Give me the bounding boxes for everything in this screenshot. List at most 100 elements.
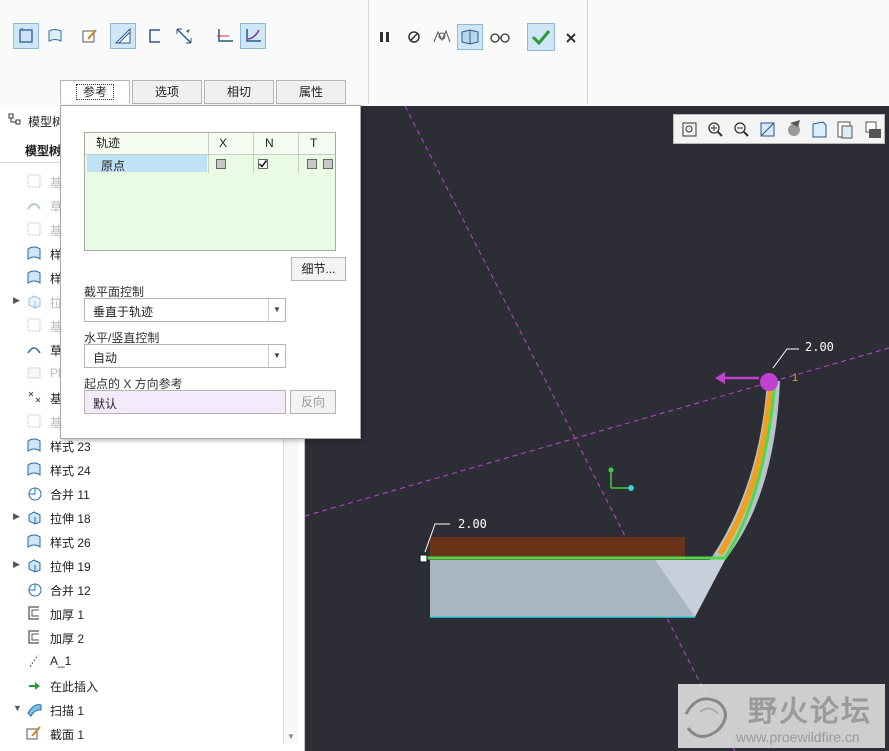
tree-item-label: 合并 12 xyxy=(50,584,91,598)
origin-marker[interactable] xyxy=(760,373,778,391)
style-surface-icon xyxy=(26,533,42,549)
model-tree-column-header[interactable]: 模型树 xyxy=(25,142,61,159)
dimension-leader xyxy=(772,348,799,369)
stretch-icon[interactable] xyxy=(171,23,197,49)
saved-views-icon[interactable] xyxy=(812,121,827,138)
thin-icon[interactable] xyxy=(142,23,168,49)
tab-options[interactable]: 选项 xyxy=(132,80,202,104)
constant-section-icon[interactable] xyxy=(212,23,238,49)
x-checkbox[interactable] xyxy=(216,159,226,169)
tree-item[interactable]: 样式 24 xyxy=(0,457,280,481)
display-style-icon[interactable] xyxy=(788,120,800,136)
thicken-icon xyxy=(26,629,42,645)
tree-item[interactable]: 加厚 2 xyxy=(0,625,280,649)
watermark-title: 野火论坛 xyxy=(748,696,873,728)
ribbon-toolbar: 参考 选项 相切 属性 xyxy=(0,0,889,107)
datum-plane-line xyxy=(404,106,736,751)
tree-item[interactable]: 合并 11 xyxy=(0,481,280,505)
verify-mode-icon[interactable] xyxy=(429,24,455,50)
datum-plane-icon xyxy=(26,221,42,237)
datum-plane-line xyxy=(305,347,889,517)
style-surface-icon xyxy=(26,437,42,453)
tree-item[interactable]: 在此插入 xyxy=(0,673,280,697)
trajectory-curve xyxy=(424,380,777,560)
no-preview-icon[interactable] xyxy=(401,24,427,50)
datum-plane-icon xyxy=(26,413,42,429)
repaint-icon[interactable] xyxy=(760,122,775,137)
tree-item-label: 样式 24 xyxy=(50,464,91,478)
start-point-handle[interactable] xyxy=(419,554,428,563)
cancel-x-icon[interactable] xyxy=(558,25,584,51)
tree-item[interactable]: 加厚 1 xyxy=(0,601,280,625)
n-checkbox[interactable] xyxy=(258,159,268,169)
scroll-down-arrow-icon[interactable]: ▼ xyxy=(287,732,295,741)
collapse-toggle-icon[interactable]: ▼ xyxy=(13,703,22,713)
datum-display-icon[interactable] xyxy=(865,121,881,138)
sketch-icon xyxy=(26,197,42,213)
viewport-canvas[interactable] xyxy=(305,106,889,751)
sketch-edit-icon[interactable] xyxy=(77,23,103,49)
thicken-icon xyxy=(26,605,42,621)
merge-icon xyxy=(26,485,42,501)
expand-toggle-icon[interactable]: ▶ xyxy=(13,511,20,522)
tree-item[interactable]: ▼ 扫描 1 xyxy=(0,697,280,721)
surface-icon[interactable] xyxy=(42,23,68,49)
view-manager-icon[interactable] xyxy=(837,121,853,139)
refit-icon[interactable] xyxy=(682,122,697,137)
zoom-in-icon[interactable] xyxy=(708,122,723,137)
ok-check-icon[interactable] xyxy=(527,23,555,51)
glasses-icon[interactable] xyxy=(487,24,513,50)
tab-properties[interactable]: 属性 xyxy=(276,80,346,104)
trajectory-row-name[interactable]: 原点 xyxy=(101,157,125,174)
t-checkbox[interactable] xyxy=(307,159,317,169)
style-surface-icon xyxy=(26,269,42,285)
expand-toggle-icon[interactable]: ▶ xyxy=(13,295,20,306)
dimension-top[interactable]: 2.00 xyxy=(805,340,834,354)
chevron-down-icon[interactable]: ▼ xyxy=(268,345,285,367)
chevron-down-icon[interactable]: ▼ xyxy=(268,299,285,321)
t-checkbox-secondary[interactable] xyxy=(323,159,333,169)
ribbon-divider xyxy=(587,0,588,104)
tree-item[interactable]: ▶ 拉伸 18 xyxy=(0,505,280,529)
tree-item-label: 加厚 1 xyxy=(50,608,85,622)
zoom-out-icon[interactable] xyxy=(734,122,749,137)
tree-item-label: 在此插入 xyxy=(50,680,99,694)
tab-tangency[interactable]: 相切 xyxy=(204,80,274,104)
tab-references[interactable]: 参考 xyxy=(60,80,130,104)
origin-label: 1 xyxy=(792,372,799,384)
col-divider xyxy=(298,133,299,173)
csys-y-point xyxy=(608,467,614,473)
merge-icon xyxy=(26,581,42,597)
flip-button[interactable]: 反向 xyxy=(290,390,336,414)
dimension-left[interactable]: 2.00 xyxy=(458,517,487,531)
details-button[interactable]: 细节... xyxy=(291,257,346,281)
expand-toggle-icon[interactable]: ▶ xyxy=(13,559,20,570)
section-plane-control-select[interactable]: 垂直于轨迹 ▼ xyxy=(84,298,286,322)
hv-control-select[interactable]: 自动 ▼ xyxy=(84,344,286,368)
solid-icon[interactable] xyxy=(13,23,39,49)
tree-item[interactable]: 截面 1 xyxy=(0,721,280,745)
x-direction-reference-field[interactable]: 默认 xyxy=(84,390,286,414)
tree-item-label: 拉伸 19 xyxy=(50,560,91,574)
tree-item-label: 加厚 2 xyxy=(50,632,85,646)
datum-plane-icon xyxy=(26,173,42,189)
tree-item[interactable]: 合并 12 xyxy=(0,577,280,601)
remove-material-icon[interactable] xyxy=(110,23,136,49)
col-t: T xyxy=(310,136,318,150)
tree-item[interactable]: ▶ 拉伸 19 xyxy=(0,553,280,577)
feature-preview-icon[interactable] xyxy=(457,24,483,50)
extrude-icon xyxy=(26,557,42,573)
axis-icon xyxy=(26,653,42,669)
tree-item[interactable]: 样式 26 xyxy=(0,529,280,553)
plane-icon xyxy=(26,365,42,381)
graphics-viewport[interactable]: 2.00 2.00 1 xyxy=(305,106,889,751)
variable-section-icon[interactable] xyxy=(240,23,266,49)
forum-watermark: 野火论坛 www.proewildfire.cn xyxy=(678,684,885,748)
col-x: X xyxy=(219,136,228,150)
tree-item[interactable]: A_1 xyxy=(0,649,280,673)
x-direction-reference-value: 默认 xyxy=(93,397,118,411)
view-toolbar xyxy=(673,114,885,144)
model-tree-title: 模型树 xyxy=(28,115,65,129)
pause-icon[interactable] xyxy=(372,24,398,50)
watermark-url: www.proewildfire.cn xyxy=(736,729,860,745)
